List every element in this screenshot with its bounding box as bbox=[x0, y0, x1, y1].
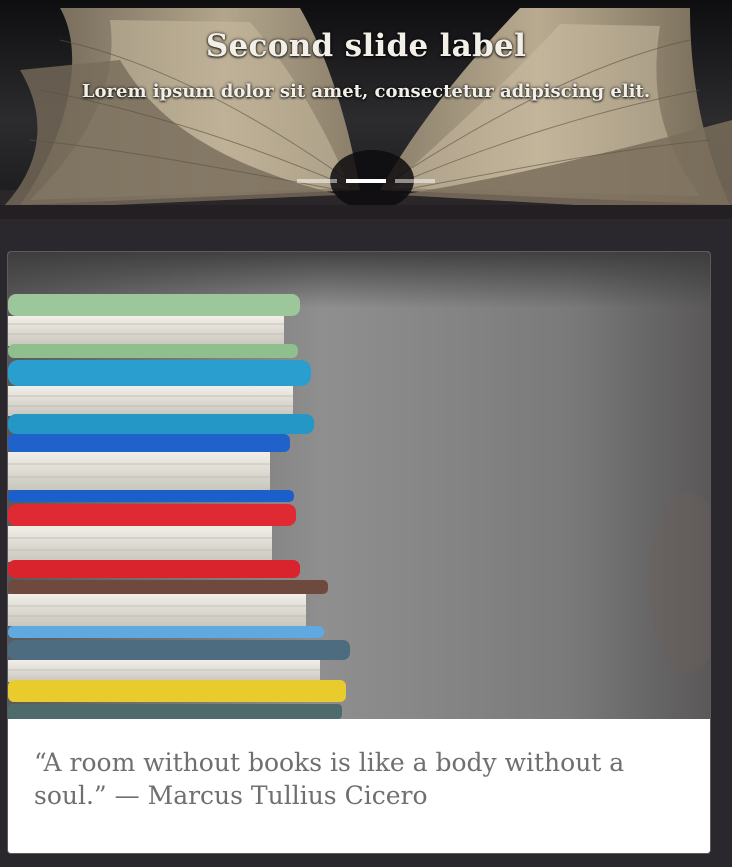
carousel-indicator-2[interactable] bbox=[346, 179, 386, 183]
carousel-caption: Second slide label Lorem ipsum dolor sit… bbox=[80, 24, 652, 105]
carousel-indicator-1[interactable] bbox=[297, 179, 337, 183]
card-body: “A room without books is like a body wit… bbox=[8, 719, 710, 853]
card-image-stacked-books bbox=[8, 252, 710, 719]
carousel-indicator-3[interactable] bbox=[395, 179, 435, 183]
carousel-indicators bbox=[0, 179, 732, 183]
card-quote-text: “A room without books is like a body wit… bbox=[34, 748, 625, 810]
carousel: Second slide label Lorem ipsum dolor sit… bbox=[0, 0, 732, 219]
carousel-slide-text: Lorem ipsum dolor sit amet, consectetur … bbox=[81, 81, 651, 102]
quote-card: “A room without books is like a body wit… bbox=[7, 251, 711, 854]
carousel-slide-title: Second slide label bbox=[205, 28, 527, 64]
